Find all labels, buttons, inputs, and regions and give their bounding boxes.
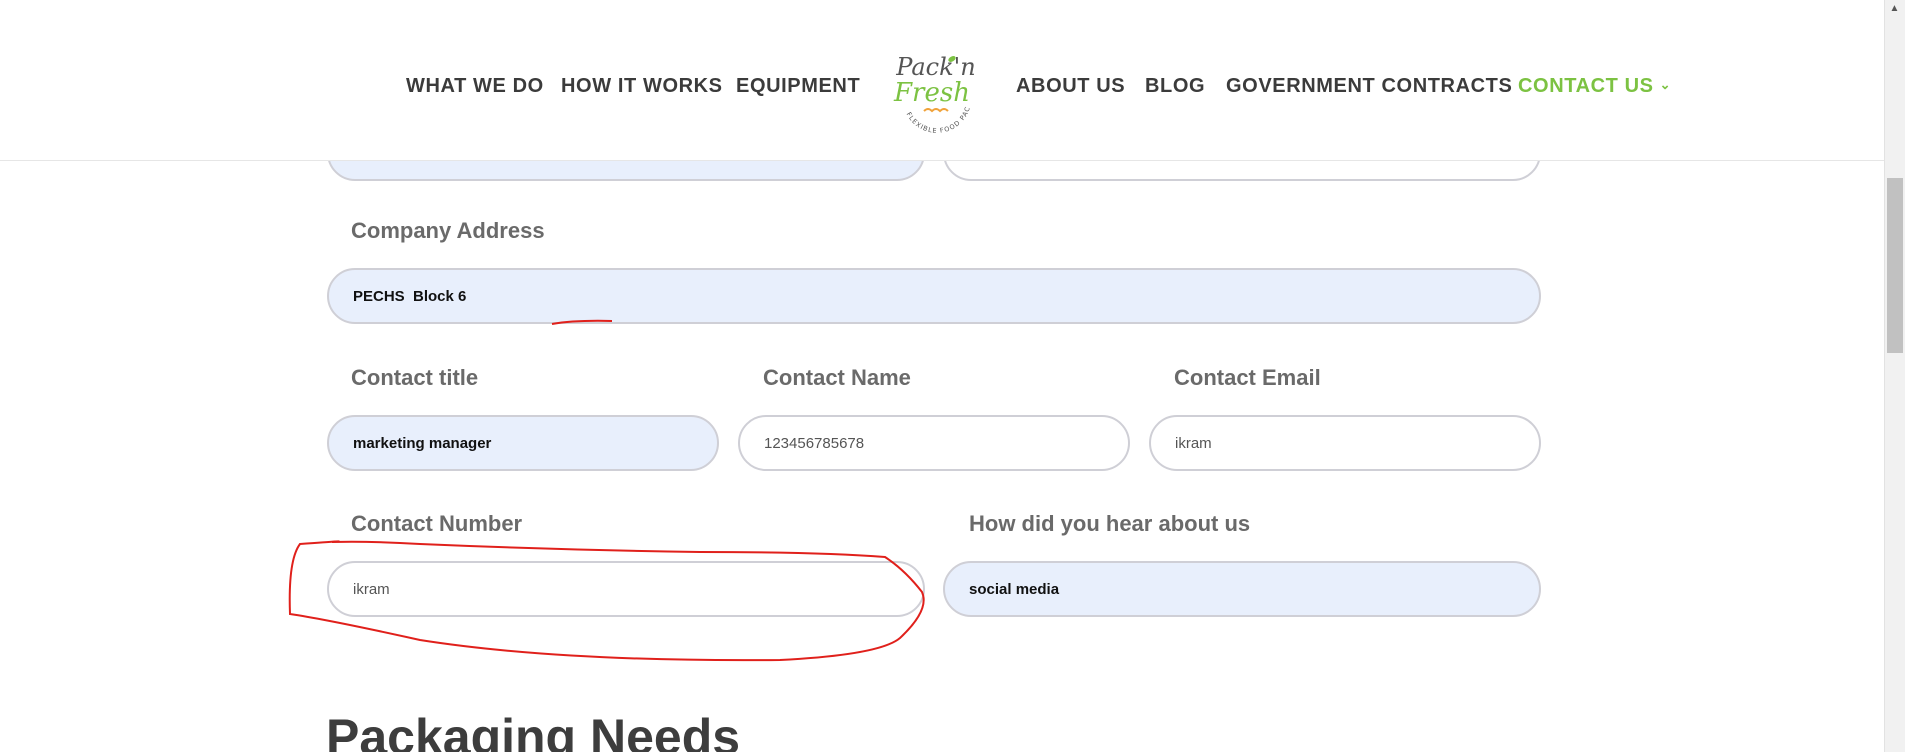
contact-number-input[interactable]: ikram xyxy=(327,561,925,617)
contact-name-input[interactable]: 123456785678 xyxy=(738,415,1130,471)
scroll-up-arrow-icon[interactable]: ▲ xyxy=(1884,0,1905,18)
scrollbar-thumb[interactable] xyxy=(1887,178,1903,353)
contact-title-label: Contact title xyxy=(351,365,479,390)
nav-about-us[interactable]: ABOUT US xyxy=(1016,75,1125,98)
contact-title-input[interactable]: marketing manager xyxy=(327,415,719,471)
contact-email-value: ikram xyxy=(1175,434,1212,452)
packaging-needs-heading: Packaging Needs xyxy=(326,709,741,752)
packnfresh-logo[interactable]: Pack'n Fresh FLEXIBLE FOOD PACKAGING xyxy=(881,31,988,141)
nav-blog[interactable]: BLOG xyxy=(1145,75,1205,98)
contact-title-value: marketing manager xyxy=(353,434,492,452)
contact-number-label: Contact Number xyxy=(351,511,523,536)
logo-graphic: Pack'n Fresh FLEXIBLE FOOD PACKAGING xyxy=(881,31,976,135)
chevron-down-icon: ⌄ xyxy=(1659,77,1672,92)
page: WHAT WE DO HOW IT WORKS EQUIPMENT Pack'n… xyxy=(0,0,1905,752)
contact-email-label: Contact Email xyxy=(1174,365,1321,390)
site-header: WHAT WE DO HOW IT WORKS EQUIPMENT Pack'n… xyxy=(0,5,1884,161)
vertical-scrollbar[interactable] xyxy=(1884,0,1905,752)
contact-email-input[interactable]: ikram xyxy=(1149,415,1541,471)
company-address-input[interactable]: PECHS Block 6 xyxy=(327,268,1541,324)
company-address-value: PECHS Block 6 xyxy=(353,287,467,305)
how-heard-label: How did you hear about us xyxy=(969,511,1251,536)
svg-text:Fresh: Fresh xyxy=(893,78,970,108)
contact-name-value: 123456785678 xyxy=(764,434,865,452)
how-heard-value: social media xyxy=(969,580,1060,598)
svg-text:Pack'n: Pack'n xyxy=(895,53,975,81)
nav-contact-us-label: CONTACT US xyxy=(1518,75,1654,97)
contact-name-label: Contact Name xyxy=(763,365,911,390)
nav-how-it-works[interactable]: HOW IT WORKS xyxy=(561,75,723,98)
nav-contact-us[interactable]: CONTACT US ⌄ xyxy=(1518,75,1671,98)
company-address-label: Company Address xyxy=(351,218,545,243)
nav-what-we-do[interactable]: WHAT WE DO xyxy=(406,75,544,98)
how-heard-input[interactable]: social media xyxy=(943,561,1541,617)
nav-equipment[interactable]: EQUIPMENT xyxy=(736,75,860,98)
nav-government-contracts[interactable]: GOVERNMENT CONTRACTS xyxy=(1226,75,1512,98)
contact-number-value: ikram xyxy=(353,580,390,598)
